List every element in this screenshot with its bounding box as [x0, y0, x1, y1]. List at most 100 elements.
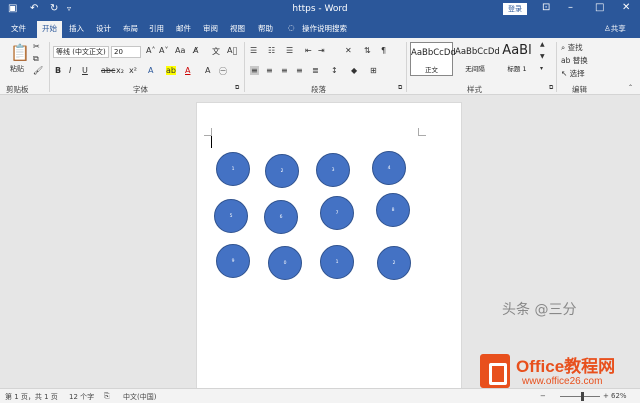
share-button[interactable]: ♙共享	[604, 23, 626, 34]
circle-shape[interactable]: 3	[316, 153, 350, 187]
lightbulb-icon: ◌	[288, 23, 295, 32]
sort-icon[interactable]: ⇅	[364, 46, 371, 55]
styles-more-icon[interactable]: ▾	[540, 65, 543, 72]
site-watermark: Office教程网 www.office26.com	[478, 350, 638, 392]
highlight-icon[interactable]: ab	[166, 66, 176, 75]
distributed-button[interactable]: ≣	[312, 66, 319, 75]
page-count[interactable]: 第 1 页，共 1 页	[5, 392, 58, 402]
font-color-icon[interactable]: A	[185, 66, 190, 75]
numbering-icon[interactable]: ☷	[268, 46, 275, 55]
ribbon: 📋 粘贴 ✂ ⧉ 🖌 剪贴板 等线 (中文正文) 20 A˄ A˅ Aa A̸ …	[0, 38, 640, 95]
tab-review[interactable]: 审阅	[203, 23, 218, 34]
circle-shape[interactable]: 0	[268, 246, 302, 280]
find-button[interactable]: ⌕ 查找	[561, 42, 583, 53]
styles-scroll-up-icon[interactable]: ▲	[540, 41, 545, 48]
clear-format-icon[interactable]: A̸	[193, 46, 198, 55]
align-right-button[interactable]: ≡	[281, 66, 288, 75]
select-button[interactable]: ↖ 选择	[561, 68, 585, 79]
circle-shape[interactable]: 8	[376, 193, 410, 227]
paragraph-group-label: 段落	[311, 85, 326, 94]
shading-icon[interactable]: ◆	[351, 66, 357, 75]
style-name: 正文	[425, 66, 438, 74]
zoom-in-button[interactable]: +	[603, 392, 609, 400]
circle-shape[interactable]: 2	[377, 246, 411, 280]
font-size-combo[interactable]: 20	[111, 46, 141, 58]
collapse-ribbon-icon[interactable]: ⌃	[628, 84, 633, 91]
styles-dialog-launcher-icon[interactable]: ⧉	[549, 84, 553, 92]
tab-mailings[interactable]: 邮件	[176, 23, 191, 34]
borders-icon[interactable]: ⊞	[370, 66, 377, 75]
circle-shape[interactable]: 7	[320, 196, 354, 230]
font-name-combo[interactable]: 等线 (中文正文)	[53, 46, 109, 58]
format-painter-icon[interactable]: 🖌	[33, 66, 43, 75]
style-no-spacing[interactable]: AaBbCcDd 无间隔	[455, 42, 500, 76]
decrease-indent-icon[interactable]: ⇤	[305, 46, 312, 55]
style-normal[interactable]: AaBbCcDd 正文	[410, 42, 456, 76]
circle-shape[interactable]: 4	[372, 151, 406, 185]
grow-font-icon[interactable]: A˄	[146, 46, 155, 55]
tell-me-search[interactable]: 操作说明搜索	[302, 23, 347, 34]
superscript-button[interactable]: x²	[129, 66, 137, 75]
circle-shape[interactable]: 9	[216, 244, 250, 278]
underline-button[interactable]: U	[82, 66, 88, 75]
multilevel-list-icon[interactable]: ☰	[286, 46, 293, 55]
italic-button[interactable]: I	[69, 66, 71, 75]
tab-insert[interactable]: 插入	[69, 23, 84, 34]
circle-shape[interactable]: 1	[216, 152, 250, 186]
tab-design[interactable]: 设计	[96, 23, 111, 34]
bullets-icon[interactable]: ☰	[250, 46, 257, 55]
circle-shape[interactable]: 2	[265, 154, 299, 188]
line-spacing-icon[interactable]: ↕	[331, 66, 338, 75]
paste-icon[interactable]: 📋	[10, 43, 30, 62]
tab-home[interactable]: 开始	[37, 21, 62, 38]
enclose-char-icon[interactable]: ㊀	[219, 66, 227, 77]
chinese-layout-icon[interactable]: ✕	[345, 46, 352, 55]
style-heading-1[interactable]: AaBl 标题 1	[497, 42, 537, 76]
align-left-button[interactable]: ≡	[250, 66, 259, 75]
char-shading-icon[interactable]: A	[205, 66, 210, 75]
login-button[interactable]: 登录	[503, 3, 527, 15]
maximize-button[interactable]: □	[595, 2, 604, 13]
zoom-level[interactable]: 62%	[611, 392, 627, 400]
tab-view[interactable]: 视图	[230, 23, 245, 34]
char-border-icon[interactable]: A⃞	[227, 46, 237, 55]
watermark-brand: Office教程网	[516, 357, 616, 376]
paragraph-dialog-launcher-icon[interactable]: ⧉	[398, 84, 402, 92]
phonetic-guide-icon[interactable]: 文	[212, 46, 220, 57]
text-effects-icon[interactable]: A	[148, 66, 153, 75]
minimize-button[interactable]: –	[568, 2, 573, 13]
increase-indent-icon[interactable]: ⇥	[318, 46, 325, 55]
language-indicator[interactable]: 中文(中国)	[123, 392, 156, 402]
ribbon-display-icon[interactable]: ⊡	[542, 2, 550, 13]
circle-shape[interactable]: 5	[214, 199, 248, 233]
align-center-button[interactable]: ≡	[266, 66, 273, 75]
zoom-out-button[interactable]: −	[540, 392, 546, 400]
zoom-slider-thumb[interactable]	[581, 392, 584, 401]
search-icon: ⌕	[561, 43, 568, 52]
tab-layout[interactable]: 布局	[123, 23, 138, 34]
paste-button[interactable]: 粘贴	[10, 64, 24, 74]
bold-button[interactable]: B	[55, 66, 61, 75]
change-case-icon[interactable]: Aa	[175, 46, 185, 55]
copy-icon[interactable]: ⧉	[33, 54, 39, 64]
cut-icon[interactable]: ✂	[33, 42, 40, 51]
title-bar: ▣ ↶ ↻ ▿ https - Word 登录 ⊡ – □ ✕	[0, 0, 640, 19]
clipboard-group-label: 剪贴板	[6, 85, 29, 94]
tab-file[interactable]: 文件	[11, 23, 26, 34]
subscript-button[interactable]: x₂	[116, 66, 124, 75]
font-dialog-launcher-icon[interactable]: ⧉	[235, 84, 239, 92]
replace-button[interactable]: ab 替换	[561, 55, 588, 66]
circle-shape[interactable]: 6	[264, 200, 298, 234]
zoom-slider[interactable]	[560, 396, 600, 397]
close-button[interactable]: ✕	[622, 2, 630, 13]
word-count[interactable]: 12 个字	[69, 392, 94, 402]
strikethrough-button[interactable]: abc	[101, 66, 115, 75]
proofing-icon[interactable]: ⎘	[104, 392, 110, 401]
show-marks-icon[interactable]: ¶	[381, 46, 386, 55]
tab-references[interactable]: 引用	[149, 23, 164, 34]
justify-button[interactable]: ≡	[296, 66, 303, 75]
circle-shape[interactable]: 1	[320, 245, 354, 279]
styles-scroll-down-icon[interactable]: ▼	[540, 53, 545, 60]
shrink-font-icon[interactable]: A˅	[159, 46, 168, 55]
tab-help[interactable]: 帮助	[258, 23, 273, 34]
